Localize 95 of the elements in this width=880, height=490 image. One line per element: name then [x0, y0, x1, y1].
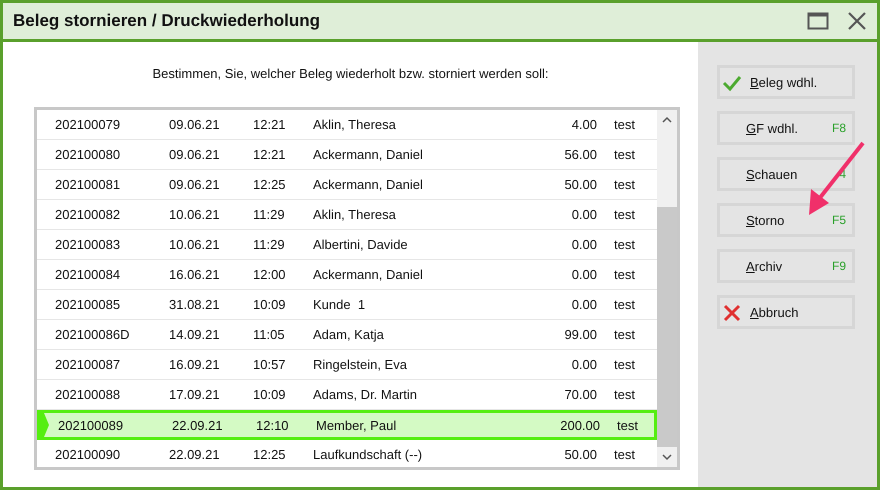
receipt-row[interactable]: 202100087 16.09.21 10:57 Ringelstein, Eva 0.00 test	[37, 350, 657, 380]
action-button[interactable]: Archiv F9	[717, 249, 855, 283]
receipt-row[interactable]: 202100081 09.06.21 12:25 Ackermann, Daniel 50.00 test	[37, 170, 657, 200]
receipt-amount: 0.00	[570, 297, 597, 312]
receipt-amount: 50.00	[563, 447, 597, 462]
receipt-date: 31.08.21	[169, 297, 221, 312]
customer-name: Ackermann, Daniel	[313, 177, 424, 192]
receipt-number: 202100090	[55, 447, 122, 462]
customer-name: Ackermann, Daniel	[313, 147, 424, 162]
receipt-number: 202100086D	[55, 327, 130, 342]
receipt-note: test	[613, 117, 636, 132]
receipt-note: test	[613, 447, 636, 462]
customer-name: Aklin, Theresa	[313, 207, 397, 222]
receipt-amount: 99.00	[563, 327, 597, 342]
receipt-number: 202100083	[55, 237, 122, 252]
check-icon	[722, 73, 742, 93]
receipt-note: test	[613, 267, 636, 282]
receipt-row[interactable]: 202100082 10.06.21 11:29 Aklin, Theresa 0.00 test	[37, 200, 657, 230]
customer-name: Kunde 1	[313, 297, 366, 312]
receipt-date: 09.06.21	[169, 117, 221, 132]
customer-name: Adams, Dr. Martin	[313, 387, 418, 402]
receipt-number: 202100080	[55, 147, 122, 162]
receipt-row[interactable]: 202100083 10.06.21 11:29 Albertini, Davide 0.00 test	[37, 230, 657, 260]
close-icon	[722, 303, 742, 323]
receipt-time: 10:09	[253, 387, 287, 402]
instruction-text: Bestimmen, Sie, welcher Beleg wiederholt bzw. storniert werden soll:	[152, 66, 548, 81]
scrollbar[interactable]	[657, 110, 677, 467]
receipt-amount: 70.00	[563, 387, 597, 402]
receipt-note: test	[613, 147, 636, 162]
receipt-note: test	[613, 207, 636, 222]
receipt-number: 202100082	[55, 207, 122, 222]
receipt-time: 12:25	[253, 177, 287, 192]
customer-name: Ringelstein, Eva	[313, 357, 408, 372]
receipt-note: test	[613, 357, 636, 372]
receipt-time: 12:00	[253, 267, 287, 282]
receipt-date: 17.09.21	[169, 387, 221, 402]
receipt-note: test	[616, 418, 639, 432]
receipt-date: 09.06.21	[169, 147, 221, 162]
cancel-button[interactable]: Abbruch	[717, 295, 855, 329]
maximize-icon[interactable]	[807, 11, 829, 31]
receipt-amount: 0.00	[570, 237, 597, 252]
receipt-date: 22.09.21	[172, 418, 224, 432]
receipt-amount: 56.00	[563, 147, 597, 162]
receipt-number: 202100085	[55, 297, 122, 312]
receipt-time: 11:29	[253, 237, 286, 252]
receipt-date: 16.06.21	[169, 267, 221, 282]
receipt-note: test	[613, 237, 636, 252]
receipt-number: 202100079	[55, 117, 122, 132]
close-icon[interactable]	[847, 11, 867, 31]
receipt-date: 14.09.21	[169, 327, 221, 342]
row-marker-icon	[40, 413, 49, 437]
receipt-amount: 0.00	[570, 207, 597, 222]
receipt-number: 202100087	[55, 357, 122, 372]
receipt-number: 202100088	[55, 387, 122, 402]
receipt-time: 12:10	[256, 418, 290, 432]
receipt-row[interactable]: 202100086D 14.09.21 11:05 Adam, Katja 99.00 test	[37, 320, 657, 350]
receipt-amount: 4.00	[570, 117, 597, 132]
receipt-amount: 0.00	[570, 357, 597, 372]
receipt-time: 12:21	[253, 147, 287, 162]
receipt-date: 09.06.21	[169, 177, 221, 192]
receipt-row[interactable]: 202100079 09.06.21 12:21 Aklin, Theresa 4.00 test	[37, 110, 657, 140]
customer-name: Ackermann, Daniel	[313, 267, 424, 282]
receipt-note: test	[613, 387, 636, 402]
action-button[interactable]: GF wdhl. F8	[717, 111, 855, 145]
receipt-row[interactable]: 202100089 22.09.21 12:10 Member, Paul 200.00 test	[37, 410, 657, 440]
receipt-date: 22.09.21	[169, 447, 221, 462]
receipt-note: test	[613, 297, 636, 312]
receipt-number: 202100081	[55, 177, 122, 192]
action-button[interactable]: Storno F5	[717, 203, 855, 237]
receipt-row[interactable]: 202100080 09.06.21 12:21 Ackermann, Daniel 56.00 test	[37, 140, 657, 170]
customer-name: Laufkundschaft (--)	[313, 447, 424, 462]
receipt-row[interactable]: 202100085 31.08.21 10:09 Kunde 1 0.00 test	[37, 290, 657, 320]
window-title: Beleg stornieren / Druckwiederholung	[13, 11, 322, 31]
receipt-time: 10:09	[253, 297, 287, 312]
receipt-amount: 0.00	[570, 267, 597, 282]
customer-name: Member, Paul	[316, 418, 398, 432]
receipt-time: 11:29	[253, 207, 286, 222]
receipt-date: 10.06.21	[169, 207, 221, 222]
receipt-note: test	[613, 177, 636, 192]
receipt-time: 12:21	[253, 117, 287, 132]
receipt-amount: 50.00	[563, 177, 597, 192]
customer-name: Aklin, Theresa	[313, 117, 397, 132]
receipt-time: 10:57	[253, 357, 287, 372]
receipt-amount: 200.00	[559, 418, 600, 432]
receipt-number: 202100084	[55, 267, 122, 282]
customer-name: Albertini, Davide	[313, 237, 409, 252]
receipt-number: 202100089	[58, 418, 124, 432]
receipt-time: 11:05	[253, 327, 286, 342]
receipt-time: 12:25	[253, 447, 287, 462]
receipt-note: test	[613, 327, 636, 342]
receipt-date: 10.06.21	[169, 237, 221, 252]
receipt-row[interactable]: 202100084 16.06.21 12:00 Ackermann, Daniel 0.00 test	[37, 260, 657, 290]
receipt-date: 16.09.21	[169, 357, 221, 372]
customer-name: Adam, Katja	[313, 327, 385, 342]
select-button[interactable]: Beleg wdhl.	[717, 65, 855, 99]
